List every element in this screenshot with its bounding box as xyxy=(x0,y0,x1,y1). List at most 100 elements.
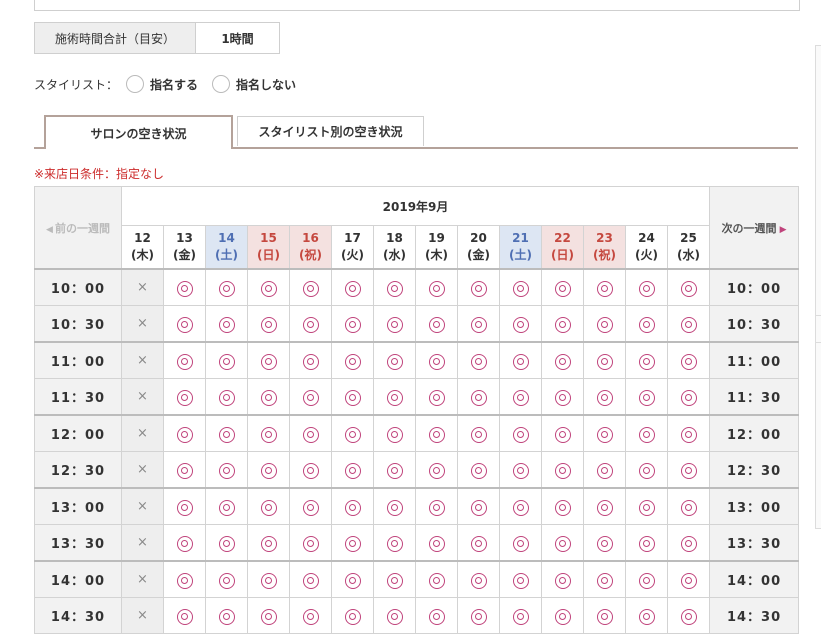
slot-available[interactable] xyxy=(583,560,626,598)
double-circle-icon[interactable] xyxy=(218,353,235,370)
slot-available[interactable] xyxy=(415,597,458,634)
double-circle-icon[interactable] xyxy=(512,499,529,516)
slot-available[interactable] xyxy=(457,414,500,452)
slot-available[interactable] xyxy=(331,524,374,562)
double-circle-icon[interactable] xyxy=(218,462,235,479)
double-circle-icon[interactable] xyxy=(302,499,319,516)
slot-available[interactable] xyxy=(415,487,458,525)
slot-available[interactable] xyxy=(415,414,458,452)
double-circle-icon[interactable] xyxy=(260,535,277,552)
double-circle-icon[interactable] xyxy=(176,353,193,370)
slot-available[interactable] xyxy=(583,268,626,306)
slot-available[interactable] xyxy=(205,487,248,525)
double-circle-icon[interactable] xyxy=(176,608,193,625)
double-circle-icon[interactable] xyxy=(386,572,403,589)
double-circle-icon[interactable] xyxy=(176,499,193,516)
double-circle-icon[interactable] xyxy=(386,535,403,552)
double-circle-icon[interactable] xyxy=(554,499,571,516)
slot-available[interactable] xyxy=(289,414,332,452)
double-circle-icon[interactable] xyxy=(176,572,193,589)
double-circle-icon[interactable] xyxy=(554,572,571,589)
slot-available[interactable] xyxy=(541,597,584,634)
double-circle-icon[interactable] xyxy=(512,608,529,625)
double-circle-icon[interactable] xyxy=(554,280,571,297)
stylist-option-nominate[interactable]: 指名する xyxy=(126,75,198,93)
slot-available[interactable] xyxy=(289,597,332,634)
double-circle-icon[interactable] xyxy=(512,462,529,479)
double-circle-icon[interactable] xyxy=(638,389,655,406)
double-circle-icon[interactable] xyxy=(344,316,361,333)
tab-stylist-availability[interactable]: スタイリスト別の空き状況 xyxy=(237,116,424,146)
slot-available[interactable] xyxy=(289,560,332,598)
slot-available[interactable] xyxy=(331,305,374,343)
slot-available[interactable] xyxy=(373,451,416,489)
double-circle-icon[interactable] xyxy=(638,426,655,443)
slot-available[interactable] xyxy=(373,414,416,452)
double-circle-icon[interactable] xyxy=(512,426,529,443)
radio-button-no-nominate[interactable] xyxy=(212,75,231,93)
slot-available[interactable] xyxy=(163,560,206,598)
slot-available[interactable] xyxy=(625,597,668,634)
slot-available[interactable] xyxy=(499,597,542,634)
double-circle-icon[interactable] xyxy=(428,353,445,370)
double-circle-icon[interactable] xyxy=(470,572,487,589)
slot-available[interactable] xyxy=(415,378,458,416)
double-circle-icon[interactable] xyxy=(428,426,445,443)
double-circle-icon[interactable] xyxy=(386,426,403,443)
slot-available[interactable] xyxy=(499,487,542,525)
double-circle-icon[interactable] xyxy=(680,535,697,552)
slot-available[interactable] xyxy=(247,597,290,634)
slot-available[interactable] xyxy=(205,341,248,379)
slot-available[interactable] xyxy=(625,341,668,379)
double-circle-icon[interactable] xyxy=(176,462,193,479)
slot-available[interactable] xyxy=(625,414,668,452)
slot-available[interactable] xyxy=(289,451,332,489)
double-circle-icon[interactable] xyxy=(302,280,319,297)
double-circle-icon[interactable] xyxy=(218,535,235,552)
double-circle-icon[interactable] xyxy=(428,572,445,589)
slot-available[interactable] xyxy=(331,560,374,598)
slot-available[interactable] xyxy=(625,524,668,562)
slot-available[interactable] xyxy=(331,597,374,634)
double-circle-icon[interactable] xyxy=(596,280,613,297)
double-circle-icon[interactable] xyxy=(470,535,487,552)
double-circle-icon[interactable] xyxy=(344,353,361,370)
double-circle-icon[interactable] xyxy=(596,353,613,370)
slot-available[interactable] xyxy=(289,305,332,343)
double-circle-icon[interactable] xyxy=(344,389,361,406)
slot-available[interactable] xyxy=(205,560,248,598)
double-circle-icon[interactable] xyxy=(512,535,529,552)
double-circle-icon[interactable] xyxy=(344,499,361,516)
double-circle-icon[interactable] xyxy=(344,280,361,297)
double-circle-icon[interactable] xyxy=(470,280,487,297)
stylist-option-no-nominate[interactable]: 指名しない xyxy=(212,75,296,93)
slot-available[interactable] xyxy=(666,487,711,525)
double-circle-icon[interactable] xyxy=(554,389,571,406)
double-circle-icon[interactable] xyxy=(596,426,613,443)
slot-available[interactable] xyxy=(373,560,416,598)
double-circle-icon[interactable] xyxy=(344,426,361,443)
double-circle-icon[interactable] xyxy=(302,572,319,589)
slot-available[interactable] xyxy=(625,451,668,489)
slot-available[interactable] xyxy=(583,524,626,562)
double-circle-icon[interactable] xyxy=(218,572,235,589)
double-circle-icon[interactable] xyxy=(428,389,445,406)
double-circle-icon[interactable] xyxy=(176,280,193,297)
double-circle-icon[interactable] xyxy=(596,499,613,516)
slot-available[interactable] xyxy=(457,597,500,634)
slot-available[interactable] xyxy=(205,414,248,452)
double-circle-icon[interactable] xyxy=(428,280,445,297)
double-circle-icon[interactable] xyxy=(680,462,697,479)
double-circle-icon[interactable] xyxy=(428,499,445,516)
double-circle-icon[interactable] xyxy=(554,608,571,625)
double-circle-icon[interactable] xyxy=(428,608,445,625)
slot-available[interactable] xyxy=(373,305,416,343)
slot-available[interactable] xyxy=(541,378,584,416)
double-circle-icon[interactable] xyxy=(302,353,319,370)
slot-available[interactable] xyxy=(373,487,416,525)
double-circle-icon[interactable] xyxy=(554,426,571,443)
double-circle-icon[interactable] xyxy=(386,462,403,479)
slot-available[interactable] xyxy=(247,451,290,489)
double-circle-icon[interactable] xyxy=(638,316,655,333)
slot-available[interactable] xyxy=(247,268,290,306)
